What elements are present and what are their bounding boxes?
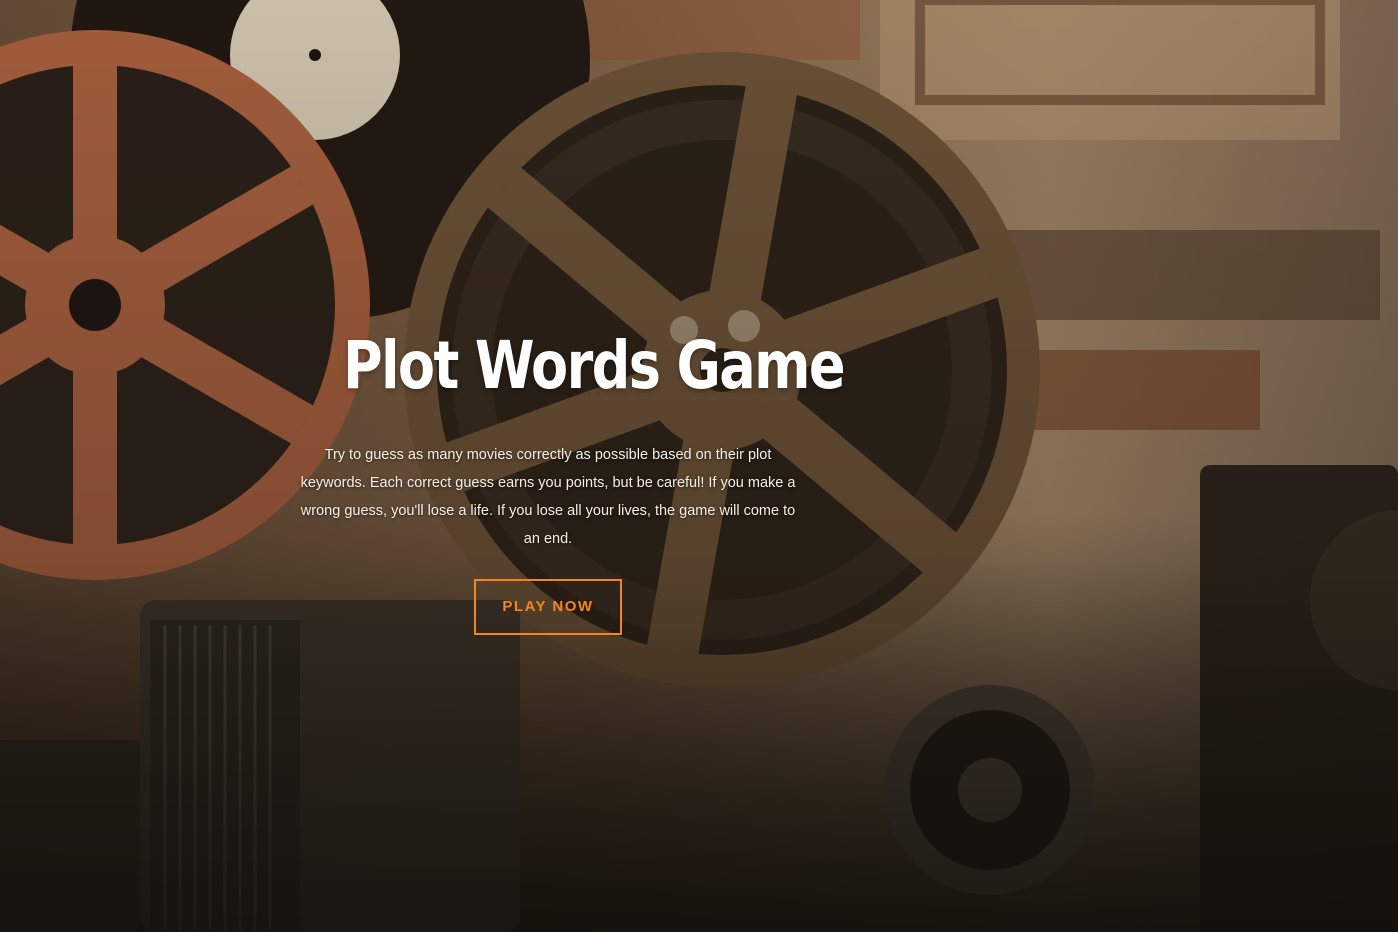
play-now-button[interactable]: PLAY NOW — [474, 578, 622, 635]
hero-section: Plot Words Game Try to guess as many mov… — [298, 327, 846, 635]
landing-page: Plot Words Game Try to guess as many mov… — [0, 0, 1398, 932]
game-description: Try to guess as many movies correctly as… — [300, 446, 796, 547]
page-title: Plot Words Game — [343, 327, 846, 404]
